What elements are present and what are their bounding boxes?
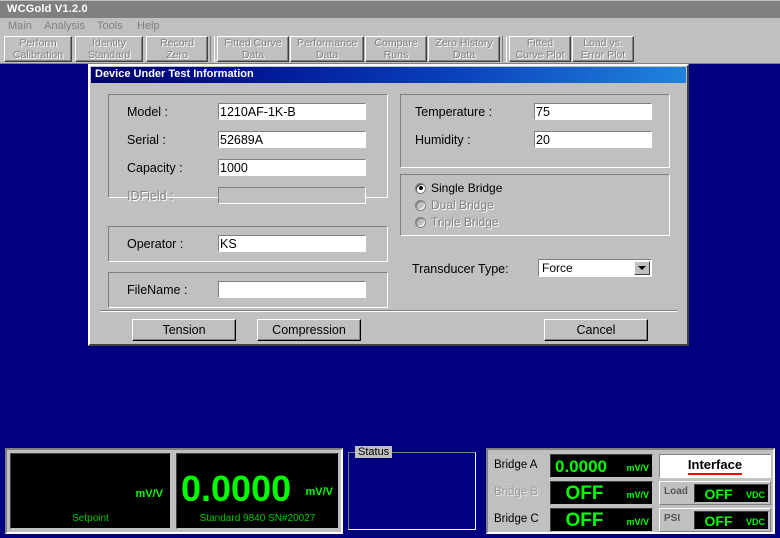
menu-item-main[interactable]: Main	[8, 20, 32, 32]
radio-single-bridge-label: Single Bridge	[431, 181, 502, 195]
transducer-type-label: Transducer Type:	[412, 262, 509, 276]
radio-triple-bridge: Triple Bridge	[415, 215, 499, 229]
interface-psi-value: OFF	[695, 513, 742, 529]
operator-input[interactable]	[218, 235, 366, 252]
window-titlebar: WCGold V1.2.0	[0, 0, 780, 18]
radio-dual-bridge: Dual Bridge	[415, 198, 494, 212]
toolbar-button-record-zero[interactable]: Record Zero	[146, 36, 208, 62]
bridge-c-label: Bridge C	[494, 513, 539, 525]
dialog-titlebar: Device Under Test Information	[91, 67, 686, 83]
tension-button[interactable]: Tension	[132, 319, 236, 341]
filename-input[interactable]	[218, 281, 366, 298]
toolbar-separator-1	[210, 36, 215, 62]
status-strip: mV/V Setpoint 0.0000 mV/V Standard 9840 …	[0, 440, 780, 538]
bridge-a-label: Bridge A	[494, 459, 537, 471]
setpoint-unit: mV/V	[135, 488, 163, 500]
temperature-input[interactable]	[534, 103, 652, 120]
bridge-panel: Bridge A Bridge B Bridge C 0.0000 mV/V O…	[486, 448, 775, 534]
bridge-a-unit: mV/V	[626, 463, 649, 473]
interface-title: Interface	[688, 458, 742, 475]
window-title: WCGold V1.2.0	[7, 3, 88, 15]
radio-single-bridge[interactable]: Single Bridge	[415, 181, 502, 195]
model-label: Model :	[127, 105, 168, 119]
interface-load-display: OFF VDC	[694, 484, 769, 503]
bridge-b-value: OFF	[551, 483, 618, 505]
radio-triple-bridge-icon	[415, 217, 426, 228]
toolbar-button-fitted-curve-data[interactable]: Fitted Curve Data	[217, 36, 289, 62]
toolbar-button-identity-standard[interactable]: Identity Standard	[75, 36, 143, 62]
toolbar-separator-2	[502, 36, 507, 62]
dialog-title: Device Under Test Information	[95, 68, 254, 80]
menu-item-analysis[interactable]: Analysis	[44, 20, 85, 32]
idfield-input	[218, 187, 366, 204]
bridge-c-display: OFF mV/V	[550, 508, 653, 532]
interface-load-row: Load OFF VDC	[659, 481, 771, 505]
menu-item-tools[interactable]: Tools	[97, 20, 123, 32]
standard-unit: mV/V	[305, 486, 333, 498]
serial-input[interactable]	[218, 131, 366, 148]
interface-load-label: Load	[664, 486, 688, 497]
bridge-selection-group: Single Bridge Dual Bridge Triple Bridge	[400, 174, 670, 236]
interface-psi-display: OFF VDC	[694, 511, 769, 530]
interface-psi-row: PSI OFF VDC	[659, 508, 771, 532]
interface-header: Interface	[659, 454, 771, 478]
bridge-a-value: 0.0000	[555, 457, 607, 477]
bridge-b-unit: mV/V	[626, 490, 649, 500]
interface-psi-unit: VDC	[746, 517, 765, 527]
filename-label: FileName :	[127, 283, 187, 297]
cancel-button[interactable]: Cancel	[544, 319, 648, 341]
menu-item-help[interactable]: Help	[137, 20, 160, 32]
setpoint-display: mV/V Setpoint	[10, 453, 171, 529]
readout-panel: mV/V Setpoint 0.0000 mV/V Standard 9840 …	[5, 448, 343, 534]
idfield-label: IDField :	[127, 189, 174, 203]
standard-value: 0.0000	[181, 468, 291, 510]
standard-caption: Standard 9840 SN#20027	[177, 513, 338, 524]
humidity-label: Humidity :	[415, 133, 471, 147]
toolbar: Perform Calibration Identity Standard Re…	[0, 34, 780, 64]
status-group: Status	[348, 452, 476, 530]
temperature-label: Temperature :	[415, 105, 492, 119]
operator-label: Operator :	[127, 237, 183, 251]
toolbar-button-compare-runs[interactable]: Compare Runs	[365, 36, 427, 62]
toolbar-button-load-vs-error-plot[interactable]: Load vs. Error Plot	[572, 36, 634, 62]
humidity-input[interactable]	[534, 131, 652, 148]
radio-dual-bridge-label: Dual Bridge	[431, 198, 494, 212]
model-input[interactable]	[218, 103, 366, 120]
capacity-input[interactable]	[218, 159, 366, 176]
radio-triple-bridge-label: Triple Bridge	[431, 215, 499, 229]
standard-display: 0.0000 mV/V Standard 9840 SN#20027	[176, 453, 339, 529]
bridge-b-display: OFF mV/V	[550, 481, 653, 505]
transducer-type-select[interactable]: Force	[538, 259, 652, 277]
chevron-down-icon[interactable]	[634, 261, 650, 275]
serial-label: Serial :	[127, 133, 166, 147]
bridge-b-label: Bridge B	[494, 486, 538, 498]
interface-load-value: OFF	[695, 486, 742, 502]
transducer-type-value: Force	[542, 261, 573, 275]
application-window: WCGold V1.2.0 Main Analysis Tools Help P…	[0, 0, 780, 538]
status-group-label: Status	[355, 446, 392, 458]
radio-single-bridge-icon	[415, 183, 426, 194]
compression-button[interactable]: Compression	[257, 319, 361, 341]
toolbar-button-performance-data[interactable]: Performance Data	[290, 36, 364, 62]
device-under-test-dialog: Device Under Test Information Model : Se…	[88, 64, 689, 346]
menu-bar: Main Analysis Tools Help	[0, 18, 780, 34]
toolbar-button-fitted-curve-plot[interactable]: Fitted Curve Plot	[509, 36, 571, 62]
dialog-separator	[100, 310, 677, 312]
radio-dual-bridge-icon	[415, 200, 426, 211]
bridge-c-unit: mV/V	[626, 517, 649, 527]
toolbar-button-zero-history-data[interactable]: Zero History Data	[428, 36, 500, 62]
interface-load-unit: VDC	[746, 490, 765, 500]
interface-psi-label: PSI	[664, 513, 680, 524]
bridge-c-value: OFF	[551, 510, 618, 532]
capacity-label: Capacity :	[127, 161, 183, 175]
bridge-a-display: 0.0000 mV/V	[550, 454, 653, 478]
setpoint-caption: Setpoint	[11, 513, 170, 524]
toolbar-button-perform-calibration[interactable]: Perform Calibration	[4, 36, 72, 62]
